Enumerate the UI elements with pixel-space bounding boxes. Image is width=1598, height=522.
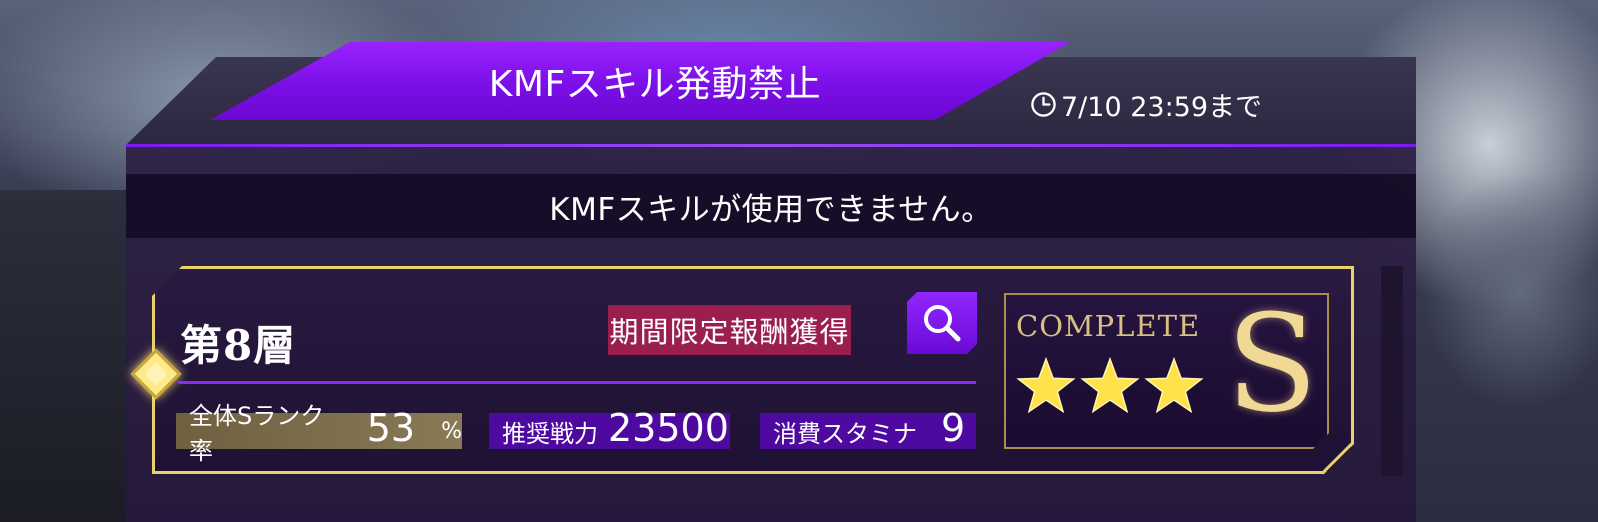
background-wall <box>0 190 130 522</box>
event-notice-text: KMFスキルが使用できません。 <box>549 191 993 228</box>
recommended-power-value: 23500 <box>608 406 729 450</box>
star-icon <box>1144 356 1204 414</box>
diamond-marker-core <box>144 362 168 386</box>
star-rating <box>1016 356 1204 416</box>
srank-rate-stat: 全体Sランク率 53 % <box>176 402 462 465</box>
floor-title: 第8層 <box>180 321 297 370</box>
search-icon <box>924 305 961 342</box>
event-title-banner: KMFスキル発動禁止 <box>210 42 1070 120</box>
star-icon <box>1016 356 1076 414</box>
event-deadline: 7/10 23:59まで <box>1030 86 1263 123</box>
srank-rate-label: 全体Sランク率 <box>189 402 325 465</box>
stamina-cost-stat: 消費スタミナ 9 <box>760 406 976 450</box>
recommended-power-label: 推奨戦力 <box>502 419 598 448</box>
star-icon <box>1080 356 1140 414</box>
event-notice-bar: KMFスキルが使用できません。 <box>126 174 1416 238</box>
deadline-text: 7/10 23:59まで <box>1061 91 1263 123</box>
search-button[interactable] <box>907 292 977 354</box>
rank-letter: S <box>1226 286 1318 442</box>
recommended-power-stat: 推奨戦力 23500 <box>489 406 730 450</box>
list-scrollbar[interactable] <box>1381 266 1403 476</box>
srank-rate-value: 53 <box>366 406 416 450</box>
next-stage-card[interactable] <box>152 500 1354 522</box>
clock-icon <box>1031 91 1056 117</box>
stamina-cost-value: 9 <box>941 406 966 450</box>
limited-reward-badge: 期間限定報酬獲得 <box>608 305 851 355</box>
srank-rate-unit: % <box>441 418 462 444</box>
stage-card-divider <box>178 381 976 384</box>
complete-label: COMPLETE <box>1016 309 1201 343</box>
stamina-cost-label: 消費スタミナ <box>773 419 917 448</box>
event-title: KMFスキル発動禁止 <box>488 64 822 105</box>
